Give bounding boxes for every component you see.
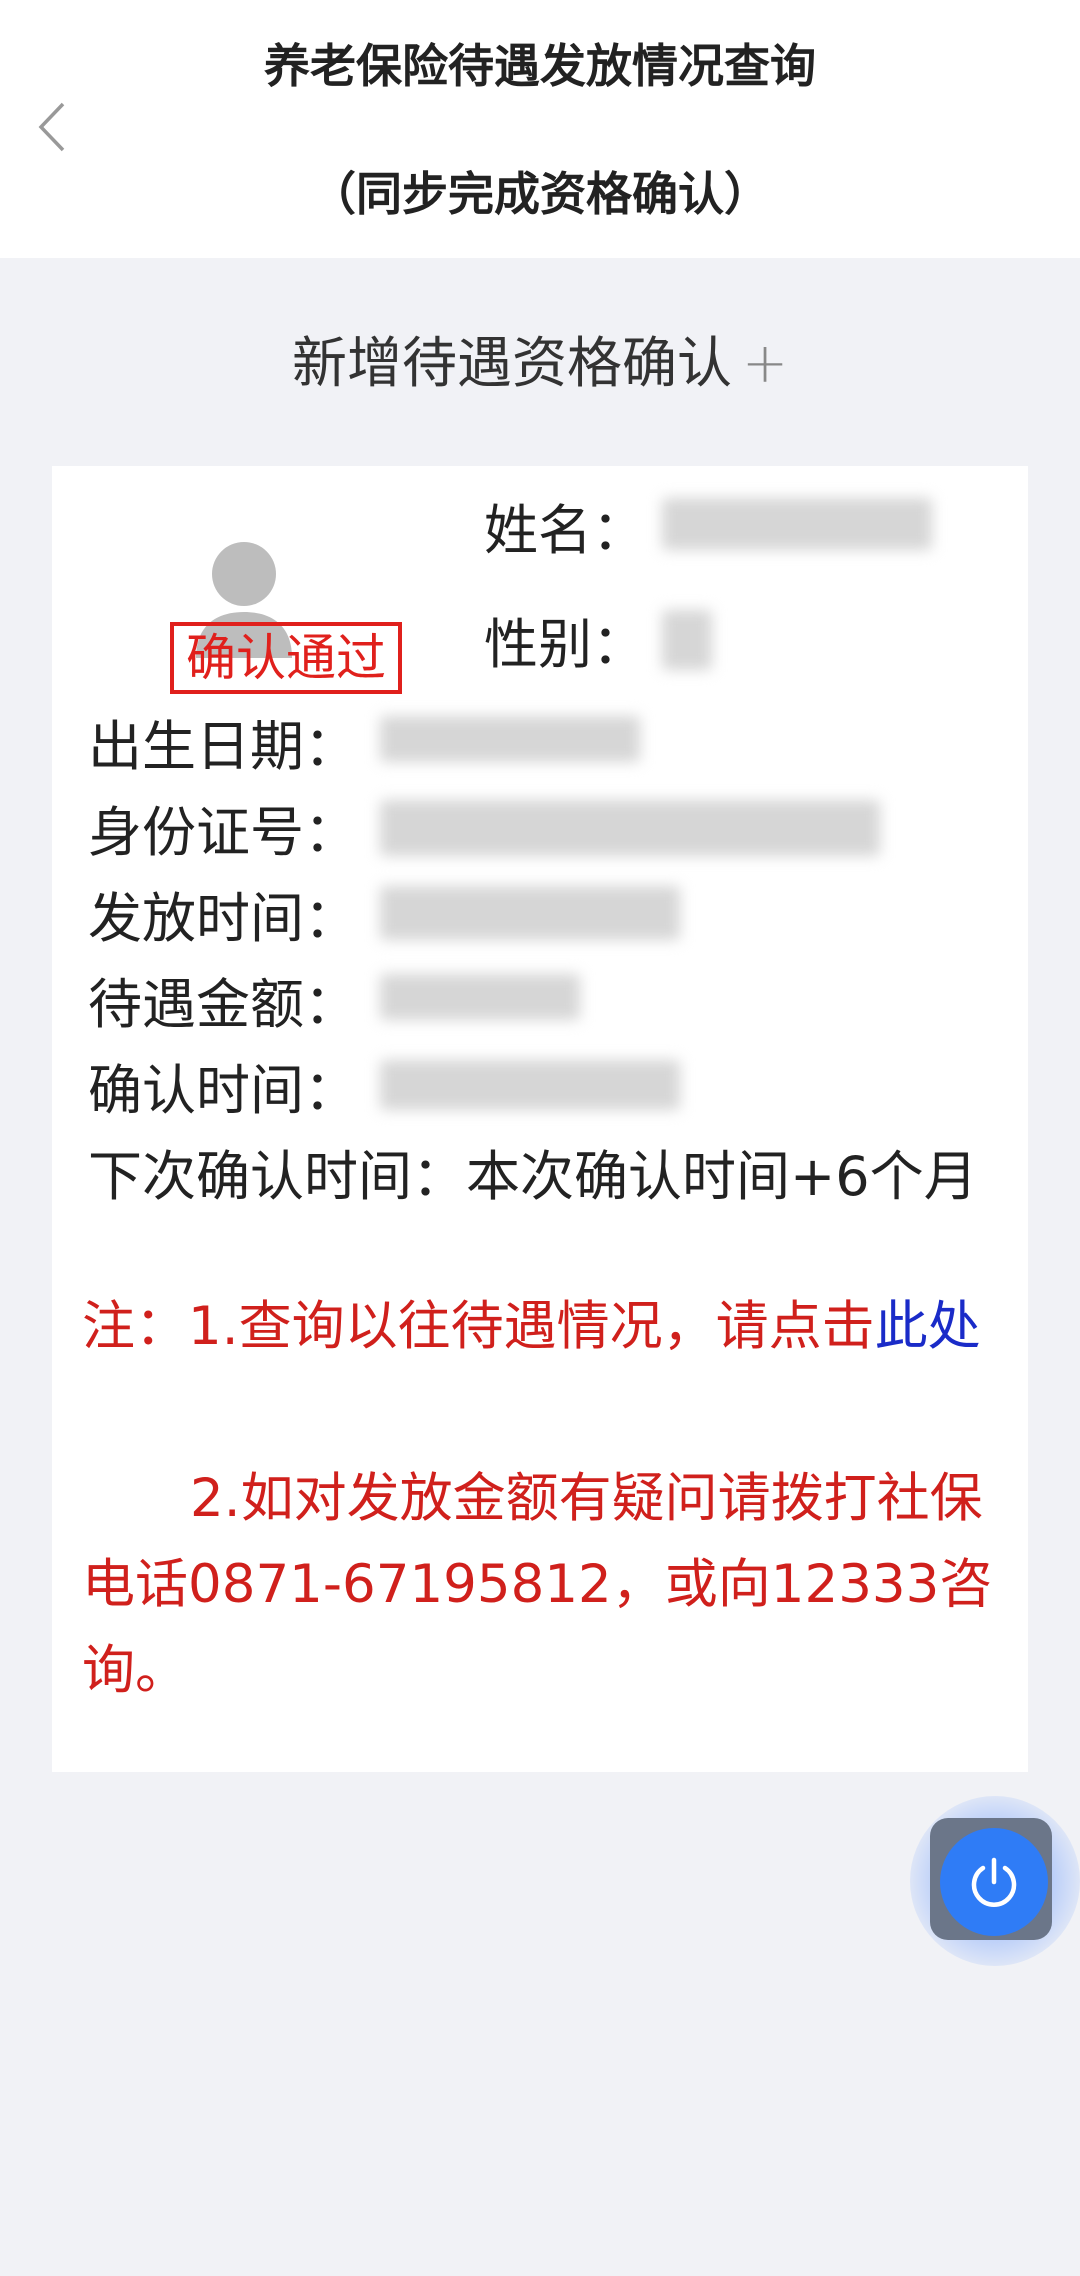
top-bar: 养老保险待遇发放情况查询 （同步完成资格确认） [0, 0, 1080, 258]
back-button[interactable] [22, 92, 82, 162]
confirm-time-value-redacted [380, 1060, 680, 1110]
power-icon [971, 1857, 1017, 1907]
confirm-time-label: 确认时间： [88, 1059, 358, 1122]
next-confirm-time-label: 下次确认时间： [88, 1145, 466, 1208]
birth-date-label: 出生日期： [88, 715, 358, 778]
floating-power-widget [910, 1796, 1080, 1966]
benefit-amount-label: 待遇金额： [88, 973, 358, 1036]
id-number-value-redacted [380, 800, 880, 856]
gender-value-redacted [662, 610, 712, 670]
gender-label: 性别： [484, 613, 646, 676]
benefit-amount-value-redacted [380, 974, 580, 1020]
note-1: 注：1.查询以往待遇情况，请点击此处 [82, 1284, 1002, 1370]
name-label: 姓名： [484, 499, 646, 562]
add-qualification-button[interactable]: 新增待遇资格确认 + [0, 318, 1080, 398]
next-confirm-time: 下次确认时间：本次确认时间+6个月 [88, 1132, 978, 1211]
payment-time-value-redacted [380, 886, 680, 940]
power-button[interactable] [940, 1828, 1048, 1936]
page-title: 养老保险待遇发放情况查询 [264, 39, 816, 93]
plus-icon: + [741, 331, 789, 395]
note-1-text: 注：1.查询以往待遇情况，请点击 [82, 1296, 875, 1357]
payment-time-label: 发放时间： [88, 887, 358, 950]
birth-date-value-redacted [380, 716, 640, 762]
record-card: 确认通过 姓名： 性别： 出生日期： 身份证号： 发放时间： 待遇金额： 确认时… [52, 466, 1028, 1772]
page-subtitle: （同步完成资格确认） [310, 167, 770, 221]
add-qualification-label: 新增待遇资格确认 [291, 331, 732, 395]
next-confirm-time-value: 本次确认时间+6个月 [466, 1145, 978, 1208]
chevron-left-icon [38, 102, 65, 152]
id-number-label: 身份证号： [88, 801, 358, 864]
note-2: 2.如对发放金额有疑问请拨打社保电话0871-67195812，或向12333咨… [82, 1468, 993, 1701]
name-value-redacted [662, 498, 932, 550]
status-badge: 确认通过 [170, 622, 402, 694]
history-link[interactable]: 此处 [875, 1296, 981, 1357]
